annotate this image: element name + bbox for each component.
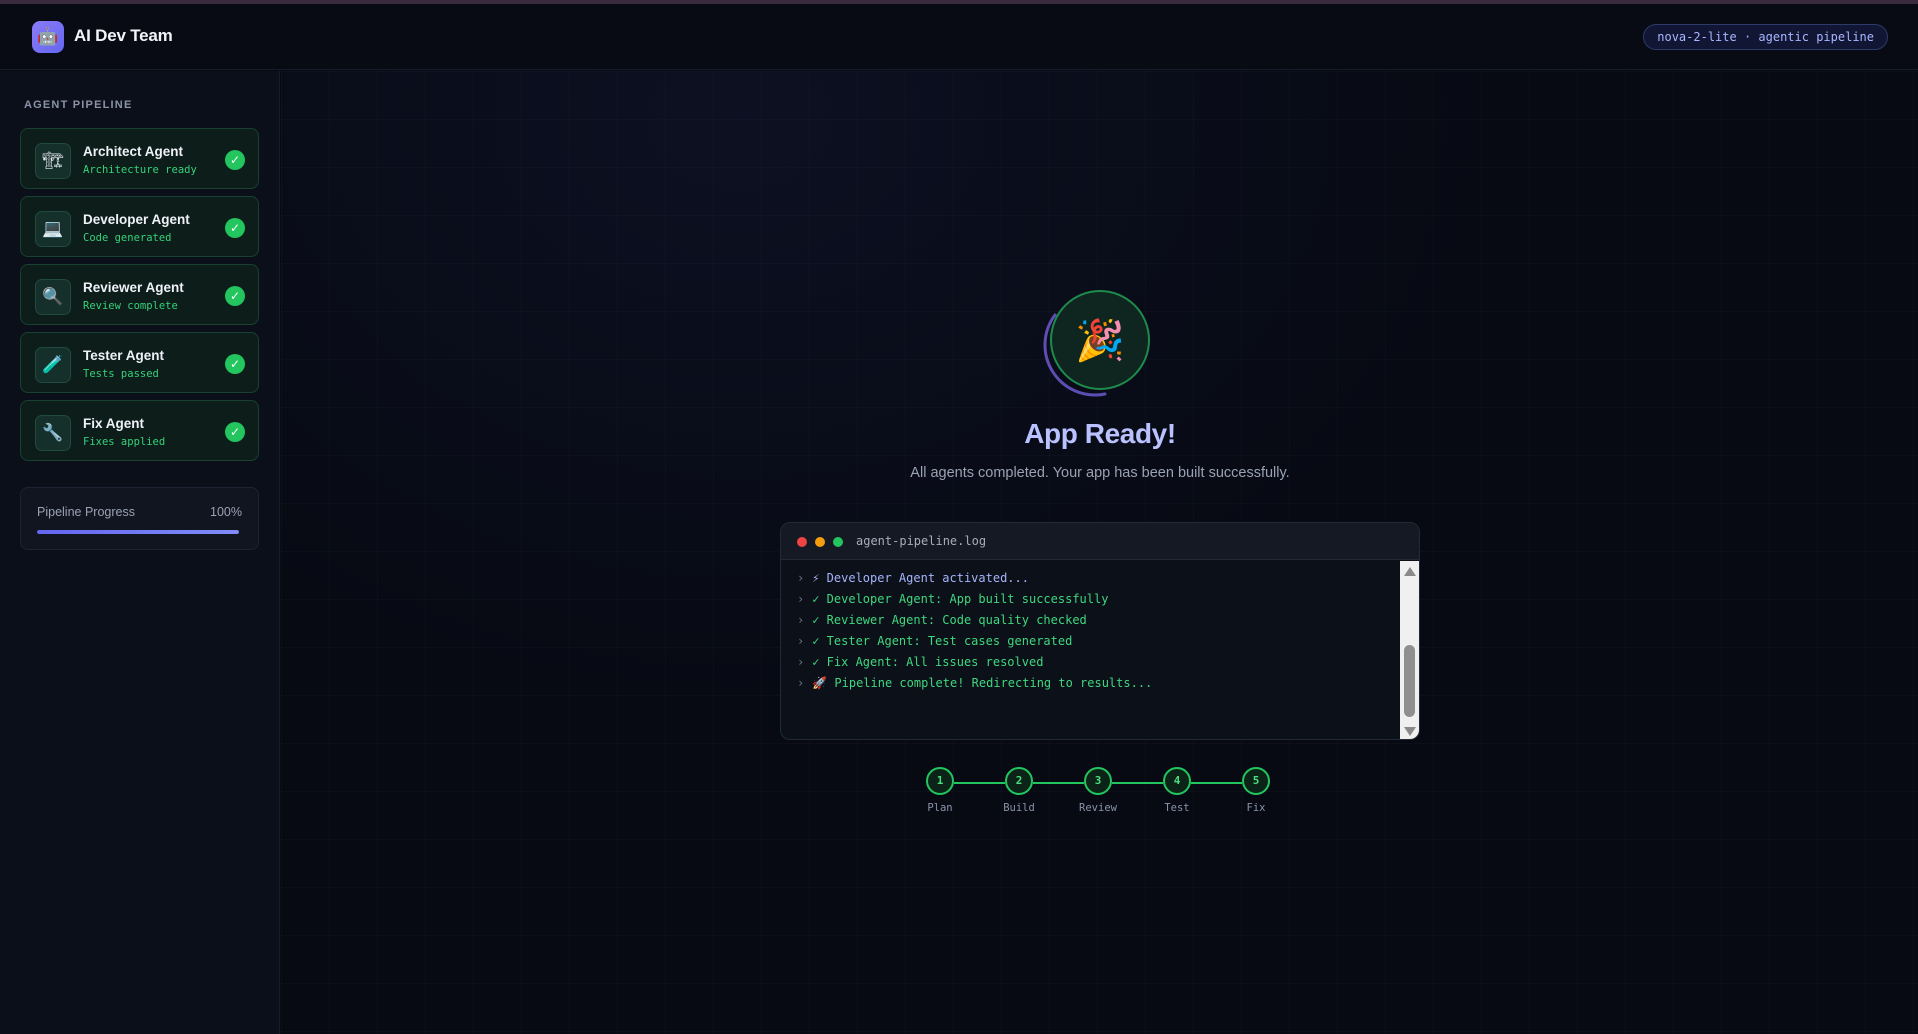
agent-status: Fixes applied (83, 436, 166, 448)
pipeline-steps: 1 Plan 2 Build 3 Review 4 Test 5 Fix (920, 767, 1280, 827)
building-construction-icon: 🏗 (35, 143, 71, 179)
scroll-up-arrow-icon[interactable] (1404, 567, 1416, 576)
step-number: 1 (926, 767, 954, 795)
step-label: Build (1003, 802, 1035, 814)
check-icon: ✓ (225, 150, 245, 170)
scrollbar-thumb[interactable] (1404, 645, 1415, 717)
party-popper-icon: 🎉 (1050, 290, 1150, 390)
agent-name: Tester Agent (83, 348, 165, 363)
laptop-icon: 💻 (35, 211, 71, 247)
log-text: 🚀 Pipeline complete! Redirecting to resu… (812, 676, 1153, 690)
log-text: ✓ Fix Agent: All issues resolved (812, 655, 1044, 669)
log-text: ✓ Tester Agent: Test cases generated (812, 634, 1073, 648)
close-dot-icon (797, 537, 807, 547)
log-line: › ✓ Tester Agent: Test cases generated (797, 634, 1072, 648)
agent-card[interactable]: 🧪 Tester Agent Tests passed ✓ (20, 332, 259, 393)
step-number: 5 (1242, 767, 1270, 795)
prompt-chevron-icon: › (797, 613, 805, 627)
agent-card[interactable]: 💻 Developer Agent Code generated ✓ (20, 196, 259, 257)
agent-name: Architect Agent (83, 144, 184, 159)
agent-list: 🏗 Architect Agent Architecture ready ✓ 💻 Deve… (20, 128, 259, 468)
agent-status: Architecture ready (83, 164, 197, 176)
progress-label: Pipeline Progress (37, 505, 135, 519)
prompt-chevron-icon: › (797, 592, 805, 606)
page-title: App Ready! (1024, 418, 1176, 449)
step-label: Review (1079, 802, 1117, 814)
agent-card[interactable]: 🔍 Reviewer Agent Review complete ✓ (20, 264, 259, 325)
app-header: 🤖 AI Dev Team nova-2-lite · agentic pipe… (0, 4, 1918, 70)
terminal-window: agent-pipeline.log › ⚡ Developer Agent ac… (780, 522, 1420, 740)
log-text: ⚡ Developer Agent activated... (812, 571, 1029, 585)
pipeline-step: 3 Review (1068, 767, 1128, 814)
scroll-down-arrow-icon[interactable] (1404, 727, 1416, 736)
magnifier-icon: 🔍 (35, 279, 71, 315)
check-icon: ✓ (225, 422, 245, 442)
step-label: Test (1164, 802, 1190, 814)
prompt-chevron-icon: › (797, 676, 805, 690)
agent-name: Fix Agent (83, 416, 145, 431)
agent-status: Review complete (83, 300, 178, 312)
model-badge: nova-2-lite · agentic pipeline (1643, 24, 1888, 50)
robot-icon: 🤖 (32, 21, 64, 53)
log-line: › ⚡ Developer Agent activated... (797, 571, 1029, 585)
log-line: › 🚀 Pipeline complete! Redirecting to res… (797, 676, 1152, 690)
pipeline-progress-card: Pipeline Progress 100% (20, 487, 259, 550)
app-title: AI Dev Team (74, 26, 173, 45)
check-icon: ✓ (225, 218, 245, 238)
wrench-icon: 🔧 (35, 415, 71, 451)
agent-name: Reviewer Agent (83, 280, 184, 295)
step-label: Plan (927, 802, 953, 814)
agent-status: Code generated (83, 232, 172, 244)
prompt-chevron-icon: › (797, 571, 805, 585)
agent-card[interactable]: 🏗 Architect Agent Architecture ready ✓ (20, 128, 259, 189)
log-text: ✓ Reviewer Agent: Code quality checked (812, 613, 1087, 627)
pipeline-step: 4 Test (1147, 767, 1207, 814)
step-label: Fix (1246, 802, 1266, 814)
pipeline-step: 5 Fix (1226, 767, 1286, 814)
step-number: 3 (1084, 767, 1112, 795)
pipeline-step: 2 Build (989, 767, 1049, 814)
log-line: › ✓ Developer Agent: App built successful… (797, 592, 1108, 606)
pipeline-step: 1 Plan (910, 767, 970, 814)
sidebar-heading: AGENT PIPELINE (24, 99, 133, 111)
test-tube-icon: 🧪 (35, 347, 71, 383)
log-line: › ✓ Fix Agent: All issues resolved (797, 655, 1043, 669)
progress-fill (37, 530, 239, 534)
prompt-chevron-icon: › (797, 655, 805, 669)
agent-name: Developer Agent (83, 212, 190, 227)
minimize-dot-icon (815, 537, 825, 547)
check-icon: ✓ (225, 286, 245, 306)
terminal-title-bar: agent-pipeline.log (781, 523, 1419, 560)
terminal-scrollbar[interactable] (1400, 561, 1419, 739)
check-icon: ✓ (225, 354, 245, 374)
agent-status: Tests passed (83, 368, 159, 380)
prompt-chevron-icon: › (797, 634, 805, 648)
log-text: ✓ Developer Agent: App built successfull… (812, 592, 1109, 606)
step-number: 4 (1163, 767, 1191, 795)
step-number: 2 (1005, 767, 1033, 795)
terminal-log: › ⚡ Developer Agent activated... › ✓ Develo… (781, 561, 1401, 739)
terminal-title: agent-pipeline.log (856, 534, 987, 548)
page-subtitle: All agents completed. Your app has been … (910, 465, 1290, 481)
progress-track (37, 530, 239, 534)
agent-card[interactable]: 🔧 Fix Agent Fixes applied ✓ (20, 400, 259, 461)
sidebar: AGENT PIPELINE 🏗 Architect Agent Architect… (0, 71, 280, 1034)
log-line: › ✓ Reviewer Agent: Code quality checked (797, 613, 1087, 627)
progress-value: 100% (210, 505, 242, 519)
maximize-dot-icon (833, 537, 843, 547)
